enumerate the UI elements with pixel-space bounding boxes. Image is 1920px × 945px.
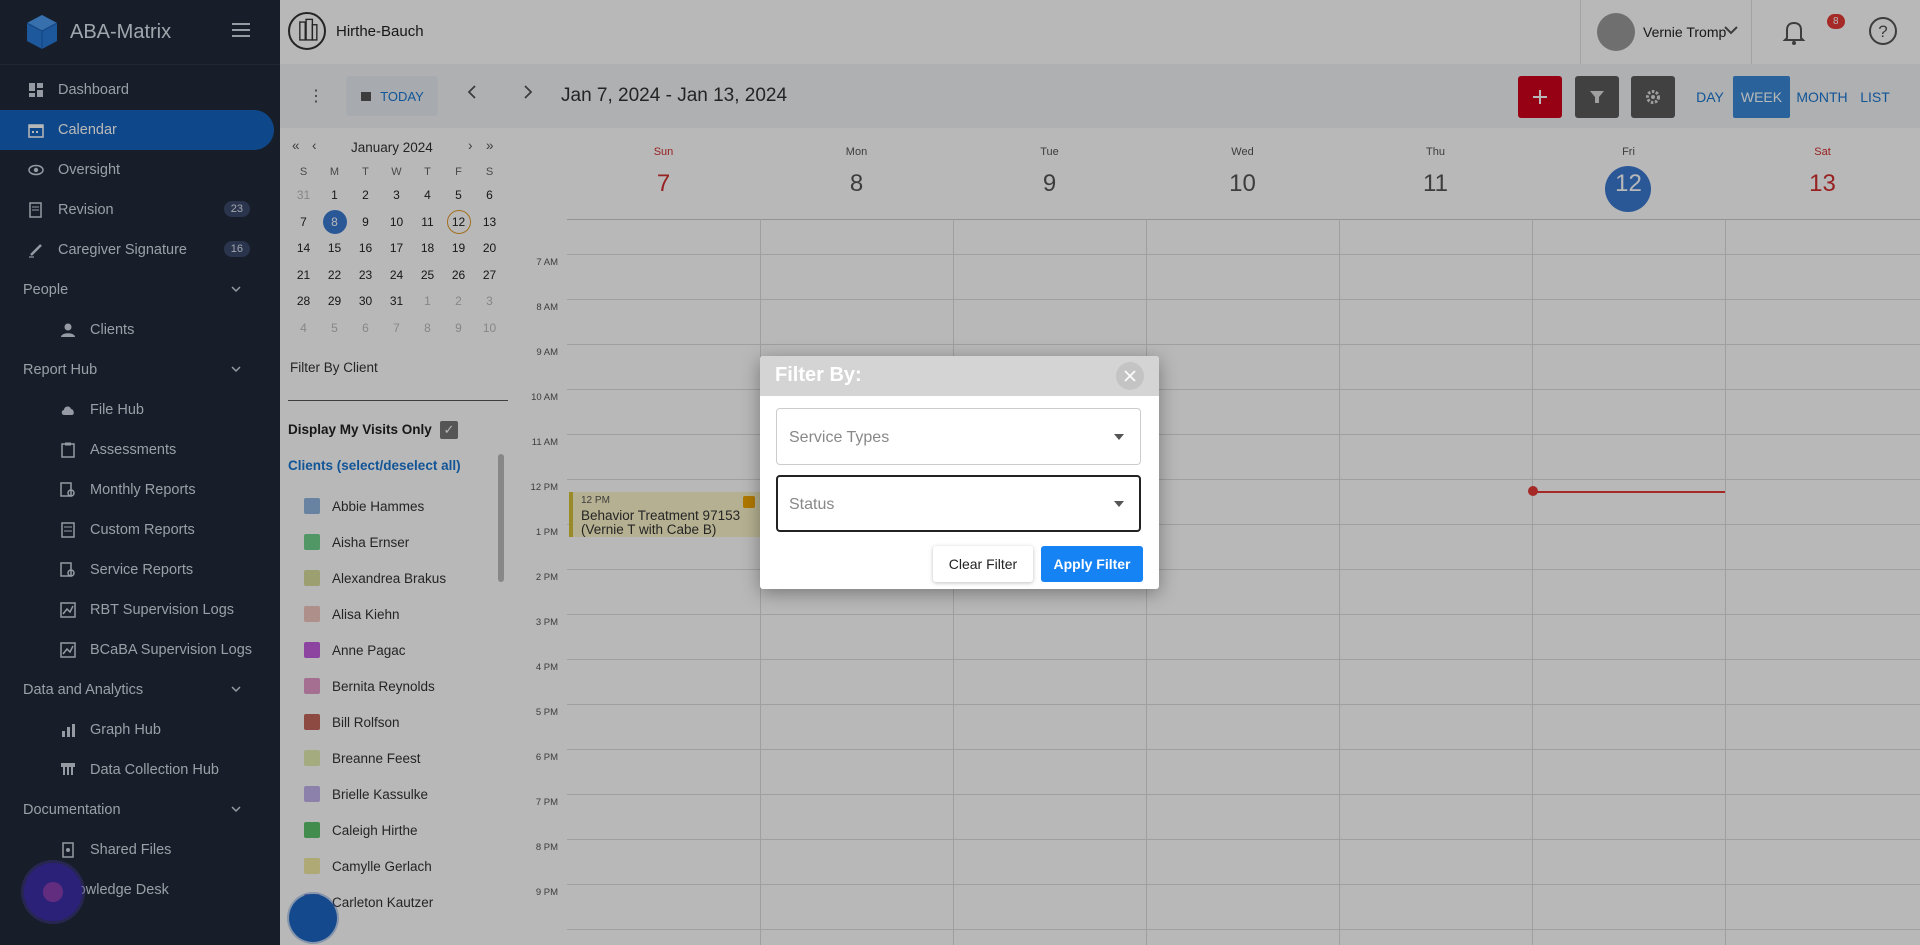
clear-filter-label: Clear Filter (948, 556, 1018, 572)
caret-down-icon (1114, 434, 1124, 440)
caret-down-icon (1114, 501, 1124, 507)
filter-dialog-title: Filter By: (775, 364, 862, 386)
apply-filter-label: Apply Filter (1053, 556, 1131, 572)
status-select[interactable]: Status (776, 475, 1141, 532)
clear-filter-button[interactable]: Clear Filter (933, 546, 1033, 582)
filter-dialog: Filter By: Service Types Status Clear Fi… (760, 356, 1159, 589)
filter-dialog-header: Filter By: (760, 356, 1159, 396)
apply-filter-button[interactable]: Apply Filter (1041, 546, 1143, 582)
status-placeholder: Status (789, 496, 835, 513)
close-button[interactable] (1116, 362, 1144, 390)
close-icon (1124, 370, 1136, 382)
service-types-select[interactable]: Service Types (776, 408, 1141, 465)
service-types-placeholder: Service Types (789, 429, 890, 446)
